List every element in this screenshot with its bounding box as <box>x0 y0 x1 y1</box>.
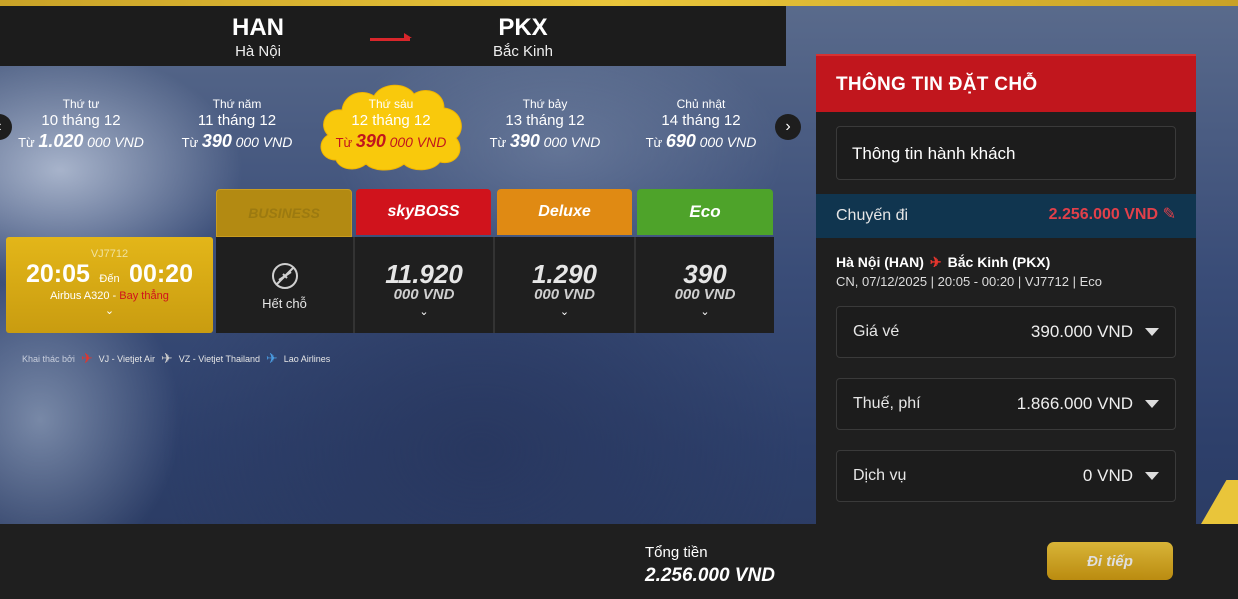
date-weekday: Chủ nhật <box>676 97 726 111</box>
destination-code: PKX <box>498 14 548 41</box>
trip-route: Hà Nội (HAN) ✈ Bắc Kinh (PKX) <box>836 254 1051 270</box>
fare-deluxe-cell[interactable]: 1.290 000 VND ⌄ <box>495 237 634 333</box>
cost-row-services[interactable]: Dịch vụ 0 VND <box>836 450 1176 502</box>
chevron-down-icon: ⌄ <box>700 306 710 318</box>
date-day: 12 tháng 12 <box>351 112 431 129</box>
chevron-down-icon: ⌄ <box>419 306 429 318</box>
plane-icon: ✈ <box>161 350 173 366</box>
depart-time: 20:05 <box>26 260 90 288</box>
date-day: 10 tháng 12 <box>41 112 121 129</box>
fare-class-eco: Eco <box>637 189 773 235</box>
next-date-button[interactable]: › <box>775 114 801 140</box>
decorative-swoosh <box>1197 480 1238 530</box>
chevron-left-icon: ‹ <box>0 118 2 135</box>
chevron-right-icon: › <box>785 118 791 135</box>
date-price: Từ 390 000 VND <box>335 131 447 151</box>
date-weekday: Thứ bảy <box>522 97 568 111</box>
passenger-label: Thông tin hành khách <box>852 144 1016 163</box>
date-option[interactable]: Thứ tư 10 tháng 12 Từ 1.020 000 VND <box>6 97 156 152</box>
footer-bar: Tổng tiền 2.256.000 VND Đi tiếp <box>0 524 1238 599</box>
date-option-selected[interactable]: Thứ sáu 12 tháng 12 Từ 390 000 VND <box>316 97 466 152</box>
booking-panel: THÔNG TIN ĐẶT CHỖ Thông tin hành khách C… <box>816 54 1196 524</box>
date-price: Từ 390 000 VND <box>181 131 293 151</box>
booking-title: THÔNG TIN ĐẶT CHỖ <box>836 74 1038 95</box>
date-weekday: Thứ sáu <box>368 97 414 111</box>
operators-legend: Khai thác bởi ✈ VJ - Vietjet Air ✈ VZ - Vi… <box>22 350 331 366</box>
date-weekday: Thứ năm <box>212 97 262 111</box>
plane-icon: ✈ <box>265 350 278 366</box>
date-price: Từ 390 000 VND <box>489 131 601 151</box>
continue-button[interactable]: Đi tiếp <box>1047 542 1173 580</box>
edit-icon: ✎ <box>1162 206 1176 223</box>
fare-eco-cell[interactable]: 390 000 VND ⌄ <box>636 237 774 333</box>
flight-number: VJ7712 <box>90 248 129 260</box>
trip-total: 2.256.000 VND <box>1048 206 1158 223</box>
flight-times: 20:05 Đến 00:20 <box>6 260 213 289</box>
date-option[interactable]: Thứ bảy 13 tháng 12 Từ 390 000 VND <box>470 97 620 152</box>
total-value: 2.256.000 VND <box>645 565 775 586</box>
arrive-time: 00:20 <box>129 260 193 288</box>
origin-code: HAN <box>232 14 284 41</box>
fare-unit: 000 VND <box>534 286 595 303</box>
arrive-label: Đến <box>99 273 120 285</box>
total-label: Tổng tiền <box>645 544 708 561</box>
plane-icon: ✈ <box>929 254 942 270</box>
destination-city: Bắc Kinh <box>492 43 554 60</box>
fare-unit: 000 VND <box>674 286 736 303</box>
flight-info-cell[interactable]: VJ7712 20:05 Đến 00:20 Airbus A320 - Bay… <box>6 237 213 333</box>
origin-city: Hà Nội <box>235 43 281 60</box>
date-day: 11 tháng 12 <box>197 112 277 129</box>
plane-icon: ✈ <box>80 350 93 366</box>
caret-down-icon <box>1145 472 1159 480</box>
passenger-info-button[interactable]: Thông tin hành khách <box>836 126 1176 180</box>
trip-detail: CN, 07/12/2025 | 20:05 - 00:20 | VJ7712 … <box>836 274 1102 289</box>
date-day: 14 tháng 12 <box>661 112 741 129</box>
route-header: HAN Hà Nội PKX Bắc Kinh <box>0 6 786 66</box>
caret-down-icon <box>1145 400 1159 408</box>
route-arrow-icon <box>370 33 412 41</box>
flight-aircraft: Airbus A320 - Bay thẳng <box>50 290 169 302</box>
booking-panel-header: THÔNG TIN ĐẶT CHỖ <box>816 54 1196 112</box>
no-flight-icon <box>271 263 298 289</box>
cost-row-fare[interactable]: Giá vé 390.000 VND <box>836 306 1176 358</box>
divider <box>493 237 495 333</box>
trip-summary[interactable]: Chuyến đi 2.256.000 VND ✎ <box>816 194 1196 238</box>
fare-class-skyboss: skyBOSS <box>356 189 491 235</box>
fare-skyboss-cell[interactable]: 11.920 000 VND ⌄ <box>355 237 493 333</box>
chevron-down-icon: ⌄ <box>559 306 570 318</box>
date-day: 13 tháng 12 <box>505 112 585 129</box>
date-price: Từ 1.020 000 VND <box>18 131 144 151</box>
cost-row-tax[interactable]: Thuế, phí 1.866.000 VND <box>836 378 1176 430</box>
divider <box>353 237 355 333</box>
caret-down-icon <box>1145 328 1159 336</box>
date-option[interactable]: Thứ năm 11 tháng 12 Từ 390 000 VND <box>162 97 312 152</box>
trip-label: Chuyến đi <box>836 207 909 224</box>
operators-label: Khai thác bởi <box>22 353 75 364</box>
fare-class-deluxe: Deluxe <box>497 189 632 235</box>
date-weekday: Thứ tư <box>62 97 100 111</box>
fare-business-soldout: Hết chỗ <box>216 237 353 333</box>
fare-class-business: BUSINESS <box>216 189 352 237</box>
date-option[interactable]: Chủ nhật 14 tháng 12 Từ 690 000 VND <box>626 97 776 152</box>
soldout-label: Hết chỗ <box>262 296 307 311</box>
date-price: Từ 690 000 VND <box>645 131 757 151</box>
fare-unit: 000 VND <box>393 286 455 303</box>
divider <box>634 237 636 333</box>
chevron-down-icon: ⌄ <box>104 305 115 317</box>
